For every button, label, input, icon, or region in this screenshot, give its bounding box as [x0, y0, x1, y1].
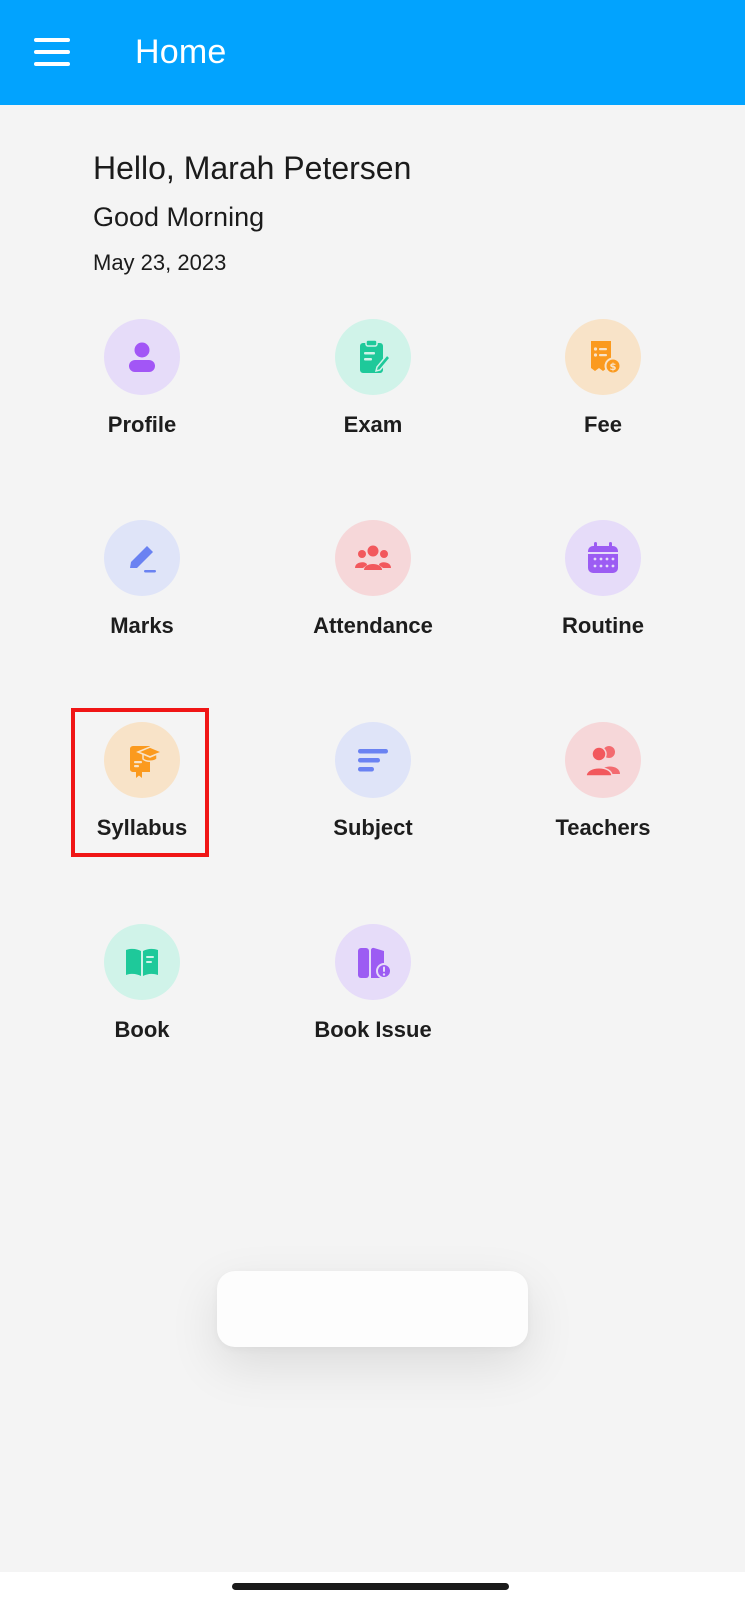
tile-label: Routine: [562, 613, 644, 638]
fee-receipt-icon: $: [565, 319, 641, 395]
tile-syllabus[interactable]: Syllabus: [72, 722, 212, 862]
app-bar: Home: [0, 0, 745, 105]
tile-teachers[interactable]: Teachers: [533, 722, 673, 862]
tile-label: Attendance: [313, 613, 433, 638]
syllabus-book-cap-icon: [104, 722, 180, 798]
home-indicator[interactable]: [232, 1583, 509, 1590]
tile-label: Syllabus: [96, 815, 188, 840]
tile-label: Book: [114, 1017, 170, 1042]
teachers-people-icon: [565, 722, 641, 798]
current-date: May 23, 2023: [93, 250, 227, 275]
greeting-name: Hello, Marah Petersen: [93, 150, 412, 186]
tile-label: Book Issue: [314, 1017, 432, 1042]
tile-label: Teachers: [555, 815, 651, 840]
tile-profile[interactable]: Profile: [72, 319, 212, 459]
page-title: Home: [135, 33, 227, 71]
profile-icon: [104, 319, 180, 395]
tile-label: Exam: [343, 412, 403, 437]
tile-marks[interactable]: Marks: [72, 520, 212, 660]
exam-clipboard-icon: [335, 319, 411, 395]
tile-routine[interactable]: Routine: [533, 520, 673, 660]
tile-label: Marks: [110, 613, 174, 638]
attendance-group-icon: [335, 520, 411, 596]
book-issue-icon: [335, 924, 411, 1000]
tile-label: Fee: [584, 412, 622, 437]
hamburger-menu-icon[interactable]: [34, 38, 70, 66]
tile-subject[interactable]: Subject: [303, 722, 443, 862]
book-open-icon: [104, 924, 180, 1000]
svg-text:$: $: [610, 362, 617, 373]
tile-book-issue[interactable]: Book Issue: [303, 924, 443, 1064]
tile-book[interactable]: Book: [72, 924, 212, 1064]
toast-card: [217, 1271, 528, 1347]
tile-attendance[interactable]: Attendance: [303, 520, 443, 660]
subject-lines-icon: [335, 722, 411, 798]
tile-exam[interactable]: Exam: [303, 319, 443, 459]
tile-label: Subject: [333, 815, 413, 840]
tile-fee[interactable]: $ Fee: [533, 319, 673, 459]
routine-calendar-icon: [565, 520, 641, 596]
greeting-salutation: Good Morning: [93, 202, 265, 232]
marks-pencil-icon: [104, 520, 180, 596]
tile-label: Profile: [107, 412, 177, 437]
